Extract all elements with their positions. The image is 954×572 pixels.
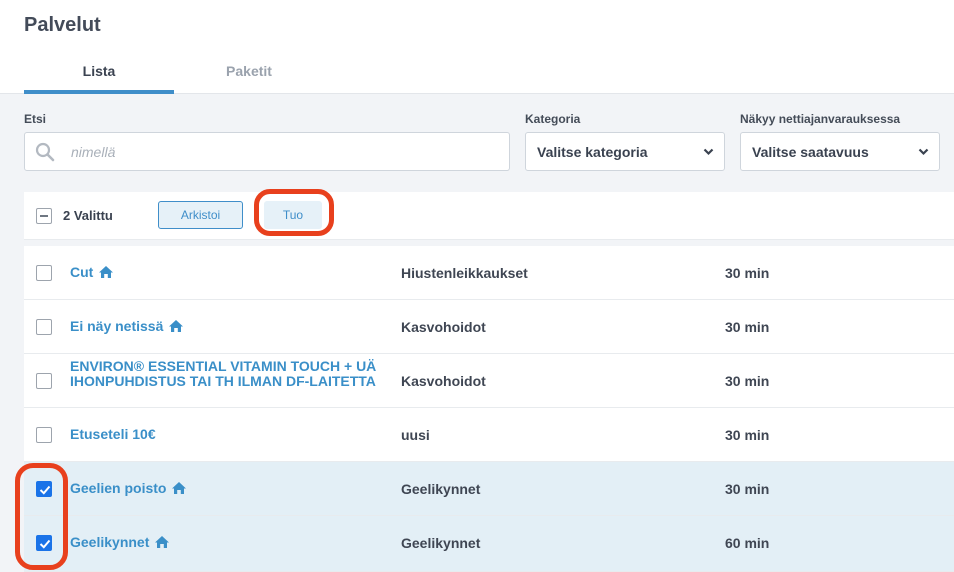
table-row[interactable]: Geelikynnet Geelikynnet 60 min	[24, 516, 954, 572]
search-box[interactable]	[24, 132, 510, 171]
service-duration: 30 min	[725, 427, 770, 443]
chevron-down-icon	[918, 148, 929, 156]
category-select-value: Valitse kategoria	[537, 144, 648, 160]
select-all-checkbox[interactable]	[36, 208, 52, 224]
row-checkbox[interactable]	[36, 265, 52, 281]
row-checkbox[interactable]	[36, 481, 52, 497]
tab-lista[interactable]: Lista	[24, 63, 174, 94]
service-name[interactable]: Cut	[70, 265, 390, 280]
page-header: Palvelut Lista Paketit	[0, 0, 954, 94]
search-input[interactable]	[71, 133, 501, 170]
service-duration: 30 min	[725, 373, 770, 389]
row-checkbox[interactable]	[36, 427, 52, 443]
table-row[interactable]: Geelien poisto Geelikynnet 30 min	[24, 462, 954, 516]
service-category: Kasvohoidot	[401, 319, 486, 335]
visibility-label: Näkyy nettiajanvarauksessa	[740, 112, 901, 126]
chevron-down-icon	[703, 148, 714, 156]
table-row[interactable]: Cut Hiustenleikkaukset 30 min	[24, 246, 954, 300]
table-row[interactable]: Etuseteli 10€ uusi 30 min	[24, 408, 954, 462]
table-row[interactable]: ENVIRON® ESSENTIAL VITAMIN TOUCH + UÄ IH…	[24, 354, 954, 408]
service-name[interactable]: Geelien poisto	[70, 481, 390, 496]
row-checkbox[interactable]	[36, 319, 52, 335]
service-name[interactable]: Geelikynnet	[70, 535, 390, 550]
service-category: uusi	[401, 427, 430, 443]
home-icon	[155, 536, 170, 548]
checkmark-icon	[39, 485, 51, 495]
home-icon	[169, 320, 184, 332]
category-label: Kategoria	[525, 112, 581, 126]
service-category: Hiustenleikkaukset	[401, 265, 528, 281]
visibility-select-value: Valitse saatavuus	[752, 144, 869, 160]
bulk-action-bar: 2 Valittu Arkistoi Tuo	[24, 192, 954, 240]
import-button[interactable]: Tuo	[264, 201, 322, 229]
service-name[interactable]: Ei näy netissä	[70, 319, 390, 334]
search-label: Etsi	[24, 112, 47, 126]
archive-button[interactable]: Arkistoi	[158, 201, 243, 229]
service-name[interactable]: ENVIRON® ESSENTIAL VITAMIN TOUCH + UÄ IH…	[70, 359, 380, 389]
checkmark-icon	[39, 539, 51, 549]
service-duration: 30 min	[725, 481, 770, 497]
row-checkbox[interactable]	[36, 373, 52, 389]
table-row[interactable]: Ei näy netissä Kasvohoidot 30 min	[24, 300, 954, 354]
service-category: Geelikynnet	[401, 535, 481, 551]
category-select[interactable]: Valitse kategoria	[525, 132, 725, 171]
service-duration: 60 min	[725, 535, 770, 551]
row-checkbox[interactable]	[36, 535, 52, 551]
home-icon	[172, 482, 187, 494]
selected-count: 2 Valittu	[63, 208, 113, 223]
page-title: Palvelut	[24, 14, 101, 36]
service-name[interactable]: Etuseteli 10€	[70, 427, 390, 442]
service-category: Geelikynnet	[401, 481, 481, 497]
search-icon	[35, 142, 55, 162]
service-duration: 30 min	[725, 319, 770, 335]
service-duration: 30 min	[725, 265, 770, 281]
tab-paketit[interactable]: Paketit	[174, 63, 324, 93]
service-category: Kasvohoidot	[401, 373, 486, 389]
home-icon	[99, 266, 114, 278]
visibility-select[interactable]: Valitse saatavuus	[740, 132, 940, 171]
